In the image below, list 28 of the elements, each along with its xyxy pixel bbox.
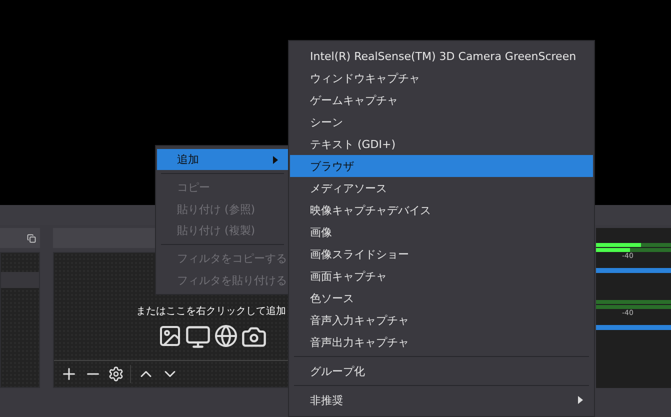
sources-hint: またはここを右クリックして追加 — [136, 304, 286, 318]
image-icon — [158, 324, 182, 348]
menu-item[interactable]: シーン — [290, 111, 593, 133]
menu-item[interactable]: 追加 — [157, 149, 288, 170]
volume-slider[interactable] — [596, 268, 671, 273]
menu-item[interactable]: グループ化 — [290, 360, 593, 382]
menu-item[interactable]: ウィンドウキャプチャ — [290, 67, 593, 89]
submenu-arrow-icon — [578, 396, 583, 404]
menu-item[interactable]: ゲームキャプチャ — [290, 89, 593, 111]
menu-item[interactable]: 映像キャプチャデバイス — [290, 199, 593, 221]
globe-icon — [214, 324, 238, 348]
menu-item[interactable]: 色ソース — [290, 287, 593, 309]
menu-item[interactable]: ブラウザ — [290, 155, 593, 177]
menu-item[interactable]: 音声入力キャプチャ — [290, 309, 593, 331]
menu-item[interactable]: 画像スライドショー — [290, 243, 593, 265]
menu-item[interactable]: 非推奨 — [290, 389, 593, 411]
settings-icon[interactable] — [108, 366, 124, 382]
menu-item[interactable]: 音声出力キャプチャ — [290, 331, 593, 353]
menu-item[interactable]: Intel(R) RealSense(TM) 3D Camera GreenScreen — [290, 45, 593, 67]
undock-icon[interactable] — [27, 234, 36, 242]
add-icon[interactable] — [60, 365, 78, 383]
volume-slider[interactable] — [596, 325, 671, 330]
menu-item[interactable]: メディアソース — [290, 177, 593, 199]
menu-item[interactable]: テキスト (GDI+) — [290, 133, 593, 155]
menu-item[interactable]: 画面キャプチャ — [290, 265, 593, 287]
monitor-icon — [185, 324, 211, 350]
menu-item[interactable]: 画像 — [290, 221, 593, 243]
submenu-arrow-icon — [273, 156, 278, 164]
